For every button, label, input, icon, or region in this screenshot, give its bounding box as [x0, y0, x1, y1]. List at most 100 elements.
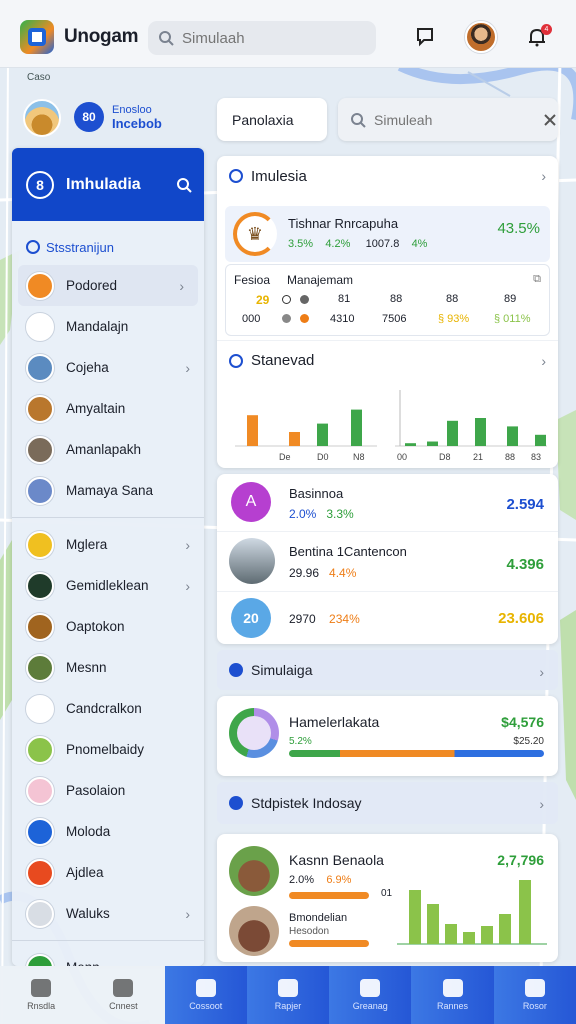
sidebar-item[interactable]: Ajdlea	[12, 852, 204, 893]
sidebar-item[interactable]: Menn›	[12, 947, 204, 966]
sidebar-item[interactable]: Mamaya Sana	[12, 470, 204, 511]
search-icon	[351, 112, 366, 128]
list-item[interactable]: A Basinnoa 2.0% 3.3% 2.594	[217, 474, 558, 532]
chevron-right-icon: ›	[185, 906, 190, 922]
stat2: 6.9%	[326, 874, 352, 886]
list-item-value: 23.606	[498, 610, 544, 627]
list-item[interactable]: 20 2970 234% 23.606	[217, 592, 558, 644]
info-icon	[229, 663, 243, 677]
top-search-bar[interactable]	[148, 21, 376, 55]
expand-icon[interactable]: ⧉	[533, 273, 541, 286]
progress-bar	[289, 940, 369, 947]
simulaiga-strip[interactable]: Simulaiga ›	[217, 650, 558, 690]
immulesia-header[interactable]: Imulesia ›	[217, 156, 558, 196]
immulesia-row[interactable]: ♛ Tishnar Rnrcapuha 3.5% 4.2% 1007.8 4% …	[225, 206, 550, 262]
stat1: 3.5%	[288, 238, 314, 250]
chart-tick-label: D0	[317, 452, 329, 462]
profile-badge[interactable]: 80	[74, 102, 104, 132]
search-input[interactable]	[182, 29, 352, 47]
nav-item[interactable]: Rapjer	[246, 966, 330, 1024]
stanevad-header[interactable]: Stanevad ›	[217, 340, 558, 380]
temple-icon	[26, 612, 54, 641]
close-icon[interactable]	[542, 112, 558, 128]
nav-item[interactable]: Rnsdla	[0, 966, 83, 1024]
table-cell: 7506	[382, 313, 407, 325]
stat1: 2.0%	[289, 874, 315, 886]
nav-item[interactable]: Greanag	[329, 966, 412, 1024]
nav-item[interactable]: Rannes	[411, 966, 494, 1024]
kasnn-mini-chart	[397, 880, 547, 945]
sidebar-item[interactable]: Waluks ›	[12, 893, 204, 934]
stdpistek-strip[interactable]: Stdpistek Indosay ›	[217, 782, 558, 824]
chart-bar	[351, 409, 362, 446]
flower-icon	[26, 776, 54, 805]
profile-photo[interactable]	[23, 99, 61, 137]
sidebar-item[interactable]: Cojeha ›	[12, 347, 204, 388]
hamel-percent: 5.2%	[289, 736, 312, 747]
puzzle-icon	[524, 979, 545, 997]
sidebar-item[interactable]: Oaptokon	[12, 606, 204, 647]
sidebar-item-label: Mandalajn	[66, 319, 129, 334]
sidebar-item[interactable]: Mesnn	[12, 647, 204, 688]
g-icon	[26, 953, 54, 966]
right-search-input[interactable]	[374, 111, 514, 128]
hamel-card[interactable]: Hamelerlakata 5.2% $4,576 $25.20	[217, 696, 558, 776]
nav-label: Cossoot	[189, 1001, 223, 1011]
table-cell: 4310	[330, 313, 355, 325]
avatar-icon: A	[231, 482, 271, 522]
app-name: Unogam	[64, 26, 139, 47]
close-box-icon	[26, 899, 54, 928]
nav-item[interactable]: Cossoot	[164, 966, 247, 1024]
nav-item[interactable]: Rosor	[493, 966, 576, 1024]
sidebar-item[interactable]: Moloda	[12, 811, 204, 852]
user-avatar[interactable]	[465, 21, 497, 53]
sidebar-item-label: Pasolaion	[66, 783, 126, 798]
sidebar-header: 8 Imhuladia	[12, 148, 204, 221]
row-title: Tishnar Rnrcapuha	[288, 216, 399, 231]
table-cell: 81	[338, 293, 351, 305]
sidebar-item-label: Moloda	[66, 824, 111, 839]
sidebar-item[interactable]: Amanlapakh	[12, 429, 204, 470]
sidebar-item[interactable]: Amyaltain	[12, 388, 204, 429]
chart-bar	[427, 441, 438, 446]
building-icon	[229, 538, 275, 584]
chart-bar	[475, 418, 486, 446]
profile-line1: Enosloo	[112, 104, 152, 116]
sidebar-item[interactable]: Pasolaion	[12, 770, 204, 811]
chevron-right-icon: ›	[185, 360, 190, 376]
nav-item[interactable]: Cnnest	[82, 966, 165, 1024]
immulesia-table: Fesioa Manajemam ⧉ 29 81 88 88 89 000 43…	[225, 264, 550, 336]
sidebar-group-1: Podored › Mandalajn Cojeha › Amyaltain Amanlap…	[12, 265, 204, 511]
filter-icon	[229, 353, 243, 368]
mini-bar	[409, 890, 421, 944]
building-icon	[26, 353, 54, 382]
strip-label: Simulaiga	[251, 662, 313, 678]
list-item[interactable]: Bentina 1Cantencon 29.96 4.4% 4.396	[217, 532, 558, 592]
sidebar-item[interactable]: Gemidleklean ›	[12, 565, 204, 606]
place-photo	[229, 846, 279, 896]
sidebar-item[interactable]: Mandalajn	[12, 306, 204, 347]
immulesia-card: Imulesia › ♛ Tishnar Rnrcapuha 3.5% 4.2%…	[217, 156, 558, 468]
chat-icon[interactable]	[410, 22, 440, 52]
panolaxia-button[interactable]: Panolaxia	[217, 98, 327, 141]
sidebar-item[interactable]: Podored ›	[18, 265, 198, 306]
app-logo[interactable]	[20, 20, 54, 54]
section-icon	[26, 240, 40, 254]
chart-bar	[535, 434, 546, 446]
chevron-right-icon: ›	[185, 578, 190, 594]
search-icon[interactable]	[176, 177, 192, 193]
mini-bar	[519, 880, 531, 944]
list-item-value: 4.396	[506, 556, 544, 573]
sidebar-item[interactable]: Mglera ›	[12, 524, 204, 565]
right-search-bar[interactable]	[338, 98, 558, 141]
chart-bar	[507, 426, 518, 446]
stanevad-title: Stanevad	[251, 352, 315, 369]
sidebar-item-label: Amanlapakh	[66, 442, 142, 457]
stat1: 29.96	[289, 566, 320, 580]
sub-title1: Bmondelian	[289, 912, 348, 924]
profile-text: Enosloo Incebob	[112, 104, 162, 130]
sidebar-item[interactable]: Pnomelbaidy	[12, 729, 204, 770]
nav-label: Greanag	[352, 1001, 388, 1011]
sidebar-item[interactable]: Candcralkon	[12, 688, 204, 729]
kasnn-card[interactable]: Kasnn Benaola 2.0% 6.9% 2,7,796 01 Bmond…	[217, 834, 558, 962]
